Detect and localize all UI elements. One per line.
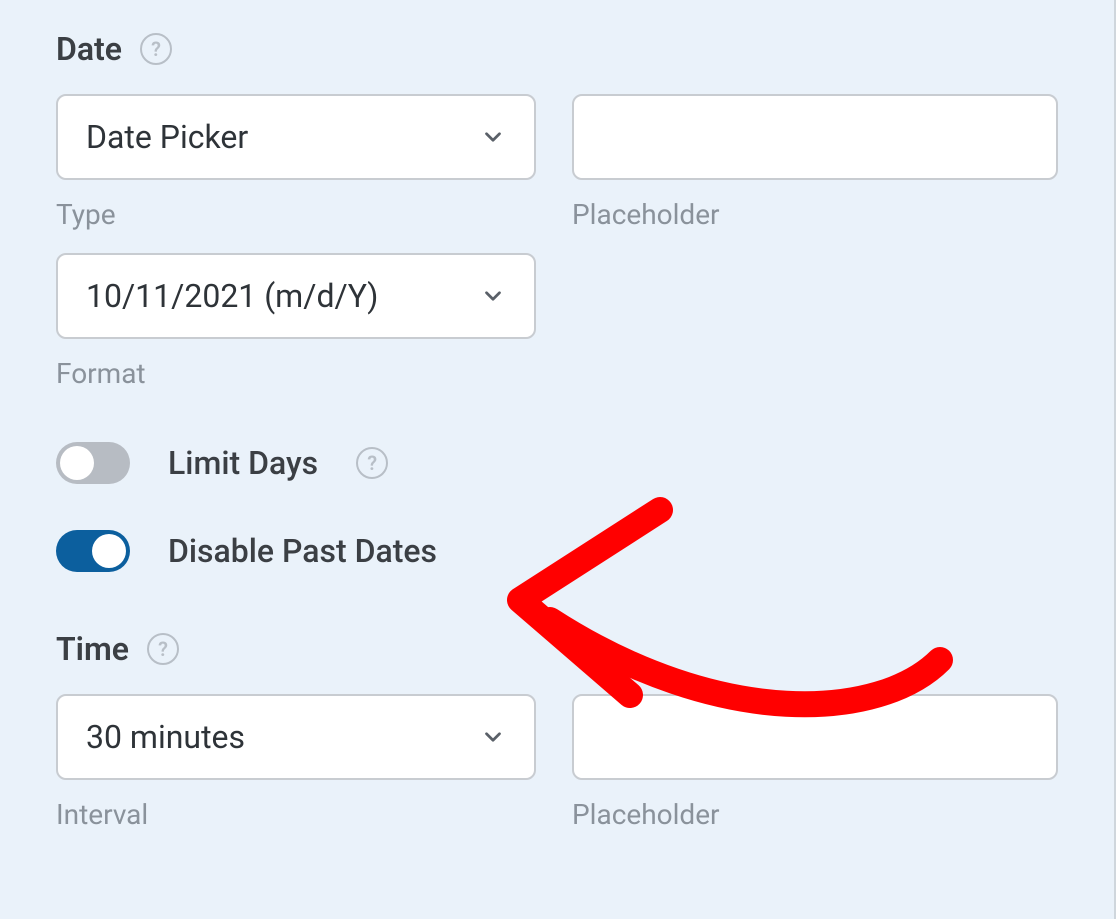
- limit-days-label: Limit Days: [168, 444, 318, 482]
- chevron-down-icon: [480, 124, 506, 150]
- time-interval-sublabel: Interval: [56, 798, 536, 831]
- help-icon[interactable]: ?: [147, 633, 179, 665]
- disable-past-dates-label: Disable Past Dates: [168, 532, 437, 570]
- time-placeholder-sublabel: Placeholder: [572, 798, 1058, 831]
- chevron-down-icon: [480, 724, 506, 750]
- time-section-heading: Time ?: [56, 630, 1058, 668]
- limit-days-row: Limit Days ?: [56, 442, 1058, 484]
- time-heading-label: Time: [56, 630, 129, 668]
- date-placeholder-sublabel: Placeholder: [572, 198, 1058, 231]
- chevron-down-icon: [480, 283, 506, 309]
- time-interval-value: 30 minutes: [86, 718, 245, 756]
- disable-past-dates-toggle[interactable]: [56, 530, 130, 572]
- date-row-1: Date Picker Type Placeholder: [56, 94, 1058, 231]
- date-format-select[interactable]: 10/11/2021 (m/d/Y): [56, 253, 536, 339]
- date-section-heading: Date ?: [56, 30, 1058, 68]
- settings-panel: Date ? Date Picker Type Placeholder 10/1…: [0, 0, 1114, 831]
- time-row-1: 30 minutes Interval Placeholder: [56, 694, 1058, 831]
- date-heading-label: Date: [56, 30, 122, 68]
- date-type-select[interactable]: Date Picker: [56, 94, 536, 180]
- date-format-sublabel: Format: [56, 357, 536, 390]
- time-placeholder-input[interactable]: [572, 694, 1058, 780]
- disable-past-dates-row: Disable Past Dates: [56, 530, 1058, 572]
- date-type-value: Date Picker: [86, 118, 248, 156]
- time-interval-select[interactable]: 30 minutes: [56, 694, 536, 780]
- date-row-2: 10/11/2021 (m/d/Y) Format: [56, 253, 1058, 390]
- help-icon[interactable]: ?: [140, 33, 172, 65]
- limit-days-toggle[interactable]: [56, 442, 130, 484]
- date-format-value: 10/11/2021 (m/d/Y): [86, 277, 378, 315]
- date-type-sublabel: Type: [56, 198, 536, 231]
- date-toggles: Limit Days ? Disable Past Dates: [56, 442, 1058, 572]
- help-icon[interactable]: ?: [356, 447, 388, 479]
- date-placeholder-input[interactable]: [572, 94, 1058, 180]
